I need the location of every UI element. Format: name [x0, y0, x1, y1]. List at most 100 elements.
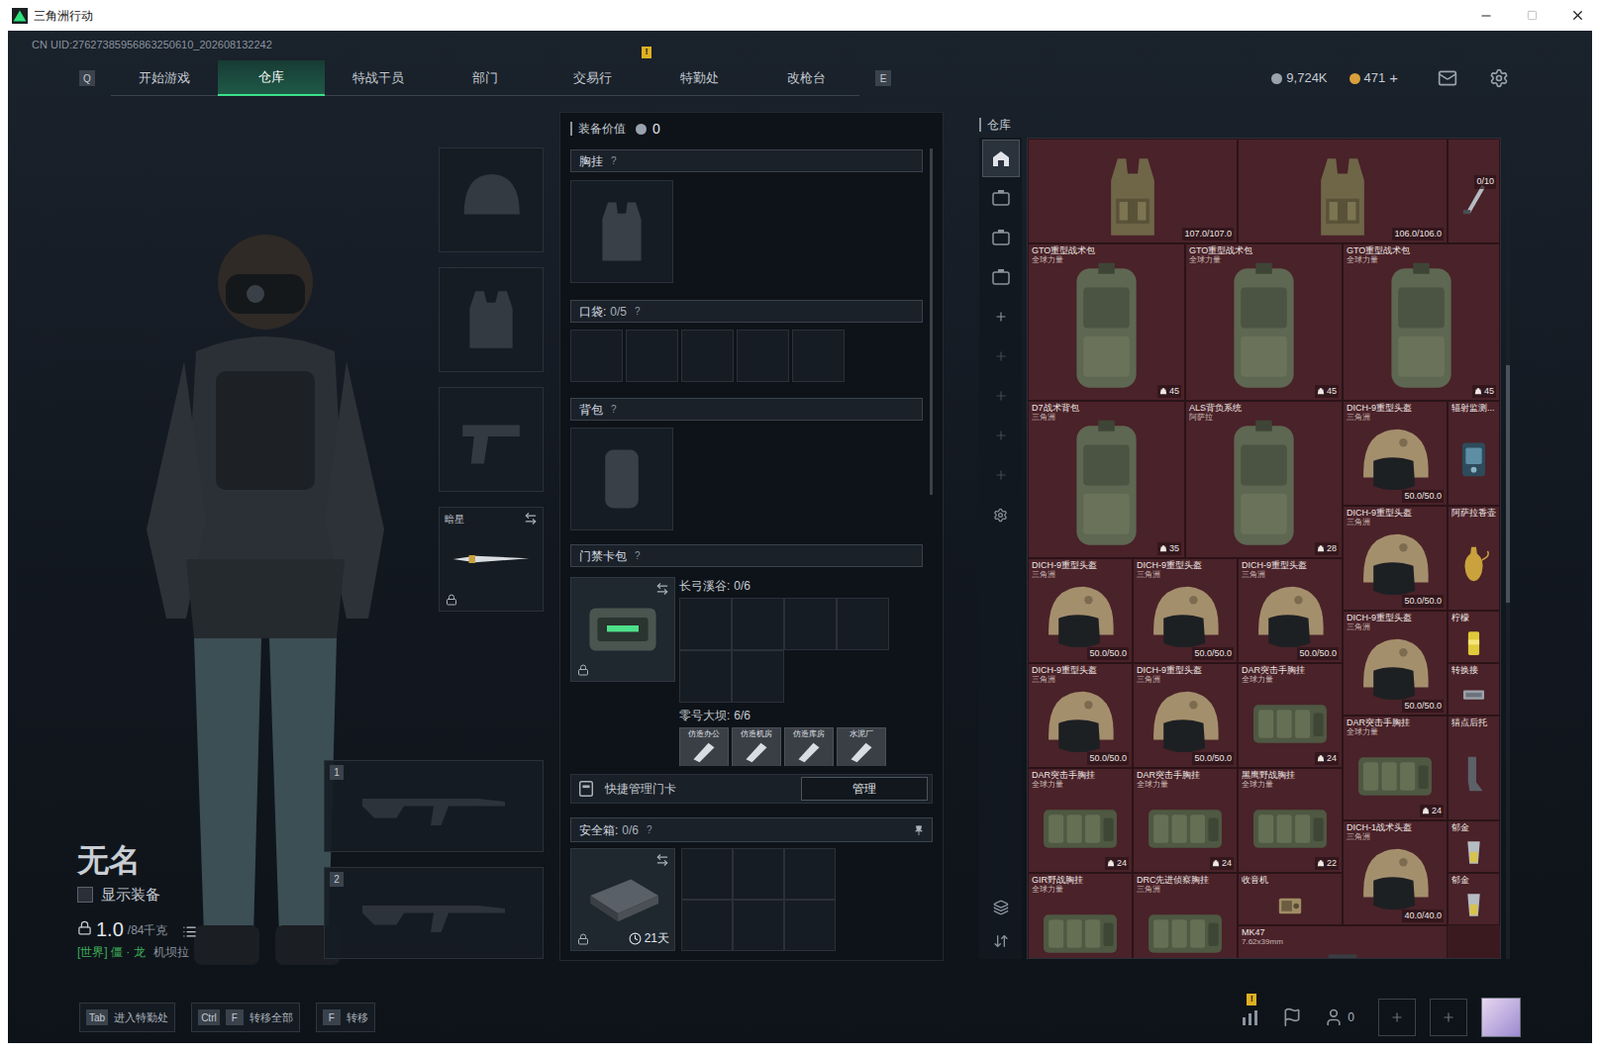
nav-tab[interactable]: 改枪台	[752, 60, 860, 97]
warehouse-item[interactable]: DAR突击手胸挂全球力量24	[1132, 768, 1238, 874]
warehouse-tab[interactable]	[982, 298, 1020, 336]
help-icon[interactable]: ?	[646, 822, 653, 838]
warehouse-item[interactable]: 郁金	[1447, 873, 1500, 926]
mail-icon[interactable]	[1437, 68, 1458, 89]
warehouse-item[interactable]: 107.0/107.0	[1027, 138, 1238, 244]
nav-tab[interactable]: 开始游戏	[110, 60, 218, 97]
warehouse-tab[interactable]	[982, 496, 1020, 534]
weapon-slot[interactable]: 1	[323, 760, 544, 853]
settings-icon[interactable]	[1489, 68, 1509, 89]
keycard-case-slot[interactable]	[570, 577, 676, 683]
warehouse-item[interactable]: 0/10	[1447, 138, 1500, 244]
keycard[interactable]: 仿造办公	[679, 727, 729, 767]
safebox-slot[interactable]: 21天	[570, 848, 676, 952]
safebox-cell[interactable]	[732, 848, 785, 900]
warehouse-item[interactable]: DAR突击手胸挂全球力量24	[1237, 663, 1343, 769]
nav-tab[interactable]: 交易行	[538, 60, 646, 97]
warehouse-item[interactable]: DICH-9重型头盔三角洲50.0/50.0	[1342, 400, 1448, 506]
warehouse-item[interactable]: DICH-9重型头盔三角洲50.0/50.0	[1342, 610, 1448, 716]
manage-button[interactable]: 管理	[800, 777, 928, 801]
safebox-cell[interactable]	[681, 848, 733, 900]
layers-icon[interactable]	[993, 900, 1009, 916]
warehouse-item[interactable]: DICH-9重型头盔三角洲50.0/50.0	[1342, 505, 1448, 611]
warehouse-tab[interactable]	[982, 258, 1020, 297]
help-icon[interactable]: ?	[610, 153, 617, 169]
swap-icon[interactable]	[655, 582, 670, 597]
warehouse-item[interactable]: D7战术背包三角洲35	[1027, 400, 1186, 559]
pocket-slot[interactable]	[681, 329, 734, 383]
warehouse-item[interactable]: ALS背负系统阿萨拉28	[1185, 400, 1343, 559]
keycard-slot[interactable]	[731, 598, 785, 651]
sort-icon[interactable]	[993, 933, 1009, 950]
warehouse-item[interactable]: 郁金	[1447, 820, 1500, 874]
warehouse-item[interactable]: MK477.62x39mm	[1237, 925, 1448, 960]
warehouse-item[interactable]: 转换接	[1447, 663, 1500, 716]
warehouse-item[interactable]: DICH-9重型头盔三角洲50.0/50.0	[1237, 558, 1343, 664]
currency[interactable]: 471+	[1349, 67, 1399, 91]
weapon-slot[interactable]: 2	[323, 867, 544, 960]
helmet-slot[interactable]	[438, 147, 544, 253]
safebox-cell[interactable]	[681, 900, 733, 952]
help-icon[interactable]: ?	[610, 401, 617, 417]
nav-tab[interactable]: 部门	[431, 60, 539, 97]
pocket-slot[interactable]	[736, 329, 790, 383]
nav-tab[interactable]: 仓库	[217, 60, 325, 97]
nav-key[interactable]: Q	[79, 70, 96, 87]
warehouse-item[interactable]: DAR突击手胸挂全球力量24	[1342, 715, 1448, 821]
swap-icon[interactable]	[655, 853, 670, 868]
safebox-cell[interactable]	[784, 900, 836, 952]
pocket-slot[interactable]	[625, 329, 679, 383]
friends[interactable]: 0	[1323, 1007, 1355, 1028]
warehouse-tab[interactable]	[982, 456, 1020, 495]
help-icon[interactable]: ?	[634, 303, 641, 319]
warehouse-item[interactable]: 猎点后托	[1447, 715, 1500, 821]
warehouse-item[interactable]: DAR突击手胸挂全球力量24	[1027, 768, 1133, 874]
safebox-cell[interactable]	[784, 848, 836, 900]
keycard-slot[interactable]	[679, 598, 732, 651]
maximize-button[interactable]	[1508, 0, 1555, 31]
warehouse-item[interactable]: 106.0/106.0	[1237, 138, 1448, 244]
nav-tab[interactable]: 特战干员	[324, 60, 432, 97]
warehouse-item[interactable]: 黑鹰野战胸挂全球力量22	[1237, 768, 1343, 874]
minimize-button[interactable]	[1463, 0, 1509, 31]
warehouse-item[interactable]: DRC先进侦察胸挂三角洲	[1132, 873, 1238, 960]
warehouse-item[interactable]: 收音机	[1237, 873, 1343, 926]
scrollbar[interactable]	[929, 148, 933, 496]
close-button[interactable]	[1554, 0, 1600, 31]
keycard[interactable]: 仿造机房	[731, 727, 782, 767]
nav-tab[interactable]: 特勤处!	[645, 60, 753, 97]
avatar[interactable]	[1481, 998, 1521, 1038]
flag-icon[interactable]	[1282, 1007, 1302, 1028]
warehouse-item[interactable]: GTO重型战术包全球力量45	[1027, 243, 1186, 401]
checkbox[interactable]	[77, 887, 94, 903]
warehouse-tab[interactable]	[982, 416, 1020, 455]
key-hint[interactable]: CtrlF转移全部	[191, 1002, 300, 1033]
warehouse-item[interactable]: GIR野战胸挂全球力量	[1027, 873, 1133, 960]
armor-slot[interactable]	[438, 267, 544, 373]
pistol-slot[interactable]	[438, 387, 544, 493]
backpack-slot[interactable]	[570, 427, 674, 531]
keycard[interactable]: 水泥厂	[836, 727, 887, 767]
keycard-slot[interactable]	[784, 598, 837, 651]
warehouse-scrollbar[interactable]	[1505, 137, 1510, 960]
currency[interactable]: 9,724K	[1271, 68, 1327, 89]
keycard-slot[interactable]	[731, 650, 785, 703]
pocket-slot[interactable]	[570, 329, 623, 383]
warehouse-tab[interactable]	[982, 377, 1020, 415]
safebox-cell[interactable]	[732, 900, 785, 952]
pin-icon[interactable]	[913, 825, 924, 836]
pocket-slot[interactable]	[792, 329, 845, 383]
keycard-slot[interactable]	[679, 650, 732, 703]
warehouse-item[interactable]: 辐射监测...	[1447, 400, 1500, 506]
key-hint[interactable]: Tab进入特勤处	[79, 1002, 176, 1033]
warehouse-tab[interactable]	[982, 139, 1020, 178]
invite-slot[interactable]	[1378, 999, 1416, 1037]
warehouse-item[interactable]: GTO重型战术包全球力量45	[1342, 243, 1500, 401]
warehouse-item[interactable]: 柠檬	[1447, 610, 1500, 664]
invite-slot[interactable]	[1429, 999, 1468, 1037]
keycard[interactable]: 仿造库房	[784, 727, 834, 767]
key-hint[interactable]: F转移	[315, 1002, 376, 1033]
melee-slot[interactable]: 暗星	[438, 506, 544, 612]
stats-icon[interactable]	[1240, 1007, 1261, 1028]
warehouse-item[interactable]: 阿萨拉香壶	[1447, 505, 1500, 611]
